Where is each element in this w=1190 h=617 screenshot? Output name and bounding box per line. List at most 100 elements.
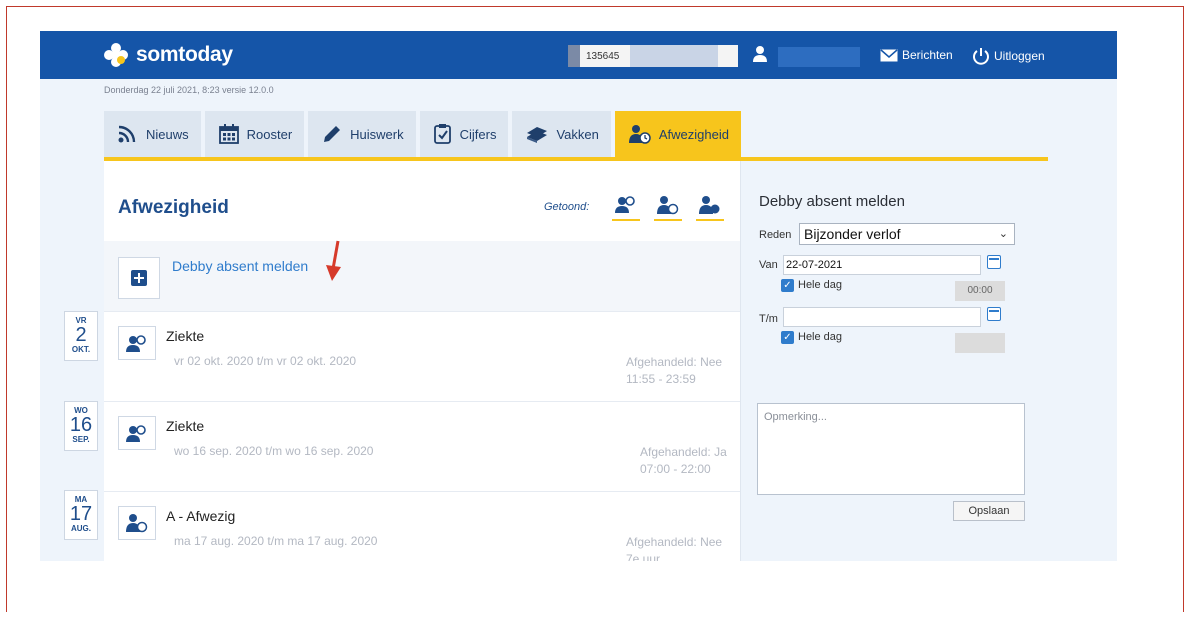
checklist-icon	[433, 124, 451, 144]
logout-label: Uitloggen	[994, 49, 1045, 63]
until-time-input[interactable]	[955, 333, 1005, 353]
absence-item[interactable]: A - Afwezig ma 17 aug. 2020 t/m ma 17 au…	[104, 491, 740, 561]
absence-item[interactable]: Ziekte wo 16 sep. 2020 t/m wo 16 sep. 20…	[104, 401, 740, 489]
tab-afwezigheid[interactable]: Afwezigheid	[614, 111, 741, 157]
app-window: somtoday 135645 Berichten Uitloggen Dond…	[40, 31, 1117, 561]
page-title: Afwezigheid	[118, 197, 229, 218]
red-arrow-annotation	[326, 240, 341, 281]
absence-type-icon-box	[118, 326, 156, 360]
handled-status: Afgehandeld: Nee	[626, 355, 723, 369]
remark-placeholder: Opmerking...	[764, 411, 827, 423]
report-absence-link[interactable]: Debby absent melden	[172, 258, 308, 274]
absence-title: Ziekte	[166, 328, 205, 344]
report-absence-row[interactable]: Debby absent melden	[104, 241, 740, 311]
absence-status: Afgehandeld: Nee 7e uur	[626, 534, 722, 561]
handled-status: Afgehandeld: Nee	[626, 535, 723, 549]
from-date-input[interactable]: 22-07-2021	[783, 255, 981, 275]
whole-day-checkbox[interactable]: ✓	[781, 279, 794, 292]
add-absence-button[interactable]	[118, 257, 160, 299]
reason-value: Bijzonder verlof	[804, 226, 901, 242]
tab-cijfers[interactable]: Cijfers	[419, 111, 509, 157]
tab-vakken[interactable]: Vakken	[512, 111, 611, 157]
filter-absent-toggle[interactable]	[654, 195, 682, 221]
absence-type-icon-box	[118, 506, 156, 540]
tab-nieuws[interactable]: Nieuws	[104, 111, 201, 157]
absence-time: 11:55 - 23:59	[626, 372, 696, 386]
from-time-input[interactable]: 00:00	[955, 281, 1005, 301]
badge-day: 16	[69, 414, 93, 436]
whole-day-label-2: Hele dag	[798, 331, 843, 343]
tab-label: Vakken	[556, 126, 599, 142]
from-calendar-icon[interactable]	[987, 255, 1001, 269]
until-label: T/m	[759, 313, 778, 325]
absence-item[interactable]: Ziekte vr 02 okt. 2020 t/m vr 02 okt. 20…	[104, 311, 740, 399]
absence-title: A - Afwezig	[166, 508, 236, 524]
tab-label: Rooster	[246, 126, 293, 142]
form-title: Debby absent melden	[759, 193, 905, 210]
person-clock-icon	[657, 196, 679, 215]
from-date-value: 22-07-2021	[786, 259, 843, 271]
absence-dates: ma 17 aug. 2020 t/m ma 17 aug. 2020	[174, 534, 378, 548]
absence-title: Ziekte	[166, 418, 205, 434]
person-sick-icon	[126, 425, 146, 442]
reason-label: Reden	[759, 229, 792, 241]
filter-sick-toggle[interactable]	[612, 195, 640, 221]
books-icon	[527, 127, 548, 143]
panel-header: Afwezigheid Getoond:	[104, 161, 740, 241]
date-badge: MA 17 AUG.	[64, 490, 98, 540]
until-date-input[interactable]	[783, 307, 981, 327]
reason-select[interactable]: Bijzonder verlof ⌄	[799, 223, 1015, 245]
logout-link[interactable]: Uitloggen	[972, 47, 1045, 65]
whole-day-checkbox-2[interactable]: ✓	[781, 331, 794, 344]
tab-rooster[interactable]: Rooster	[204, 111, 305, 157]
person-clock-icon	[126, 514, 148, 533]
top-bar: somtoday 135645 Berichten Uitloggen	[40, 31, 1117, 79]
power-icon	[973, 48, 989, 65]
user-id: 135645	[586, 50, 620, 62]
absence-dates: wo 16 sep. 2020 t/m wo 16 sep. 2020	[174, 444, 374, 458]
until-calendar-icon[interactable]	[987, 307, 1001, 321]
remark-textarea[interactable]: Opmerking...	[757, 403, 1025, 495]
badge-month: OKT.	[71, 345, 91, 354]
chevron-down-icon: ⌄	[998, 228, 1008, 240]
shown-filter-label: Getoond:	[544, 201, 590, 213]
date-badge: VR 2 OKT.	[64, 311, 98, 361]
save-button[interactable]: Opslaan	[953, 501, 1025, 521]
brand-name: somtoday	[136, 43, 233, 66]
tab-huiswerk[interactable]: Huiswerk	[308, 111, 416, 157]
envelope-icon	[880, 48, 898, 61]
tab-label: Nieuws	[146, 126, 189, 142]
user-id-field: 135645	[568, 45, 738, 67]
rss-icon	[118, 125, 136, 143]
brand-logo[interactable]: somtoday	[102, 41, 233, 69]
report-absence-form: Debby absent melden Reden Bijzonder verl…	[740, 161, 1048, 561]
tab-label: Cijfers	[459, 126, 497, 142]
filter-other-toggle[interactable]	[696, 195, 724, 221]
person-sick-icon	[126, 335, 146, 352]
absence-time: 7e uur	[626, 552, 661, 561]
absence-dates: vr 02 okt. 2020 t/m vr 02 okt. 2020	[174, 354, 357, 368]
person-clock-icon	[699, 196, 720, 214]
from-label: Van	[759, 259, 778, 271]
badge-day: 2	[75, 324, 87, 346]
absence-list-panel: Afwezigheid Getoond: Debby absent melden…	[104, 161, 740, 561]
badge-month: AUG.	[71, 524, 91, 533]
pencil-icon	[324, 126, 341, 142]
badge-day: 17	[69, 503, 93, 525]
messages-label: Berichten	[902, 48, 953, 62]
main-tabs: Nieuws Rooster Huiswerk Cijfers Vakken A…	[104, 111, 741, 157]
tab-label: Afwezigheid	[658, 126, 729, 142]
user-icon[interactable]	[752, 45, 768, 63]
absence-time: 07:00 - 22:00	[640, 462, 711, 476]
absence-status: Afgehandeld: Nee 11:55 - 23:59	[626, 354, 722, 388]
absence-status: Afgehandeld: Ja 07:00 - 22:00	[640, 444, 727, 478]
plus-icon	[131, 270, 147, 286]
username-redacted	[778, 47, 860, 67]
absence-type-icon-box	[118, 416, 156, 450]
person-clock-icon	[628, 125, 651, 144]
person-sick-icon	[615, 196, 635, 213]
date-version-line: Donderdag 22 juli 2021, 8:23 versie 12.0…	[104, 85, 274, 95]
messages-link[interactable]: Berichten	[880, 48, 953, 62]
calendar-icon	[218, 124, 239, 144]
from-time-value: 00:00	[967, 285, 993, 296]
